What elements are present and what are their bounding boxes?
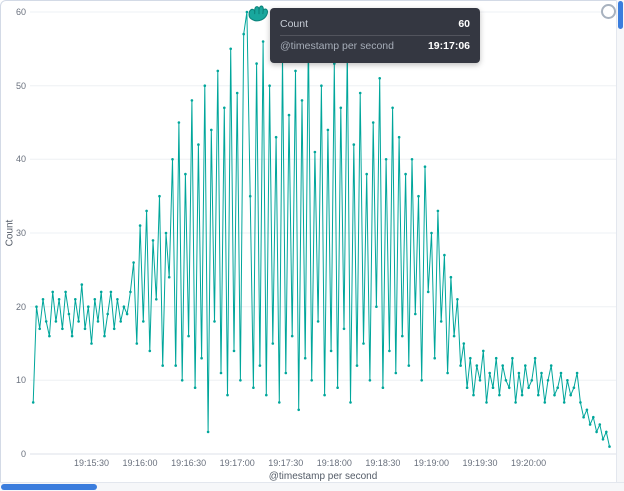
tooltip-count-value: 60 (458, 14, 470, 35)
y-tick-label: 40 (2, 154, 26, 164)
line-chart[interactable]: 0102030405060 19:15:3019:16:0019:16:3019… (0, 0, 624, 491)
tooltip-timestamp-row: @timestamp per second 19:17:06 (280, 35, 470, 57)
vertical-scrollbar[interactable] (616, 0, 624, 483)
panel-options-icon[interactable] (601, 4, 616, 19)
y-tick-label: 0 (2, 449, 26, 459)
tooltip-count-row: Count 60 (280, 14, 470, 35)
chart-canvas[interactable] (0, 0, 624, 491)
chart-panel: 0102030405060 19:15:3019:16:0019:16:3019… (0, 0, 624, 491)
horizontal-scrollbar[interactable] (0, 482, 624, 491)
tooltip-timestamp-value: 19:17:06 (428, 36, 470, 57)
x-tick-label: 19:20:00 (499, 458, 559, 468)
tooltip-count-label: Count (280, 14, 308, 35)
y-tick-label: 60 (2, 7, 26, 17)
grab-cursor-icon (246, 2, 272, 24)
y-tick-label: 10 (2, 375, 26, 385)
x-axis-title: @timestamp per second (269, 471, 378, 482)
y-tick-label: 50 (2, 81, 26, 91)
y-axis-title: Count (5, 220, 16, 247)
chart-tooltip: Count 60 @timestamp per second 19:17:06 (270, 8, 480, 63)
vertical-scrollbar-thumb[interactable] (618, 1, 623, 29)
y-tick-label: 20 (2, 302, 26, 312)
horizontal-scrollbar-thumb[interactable] (1, 484, 97, 490)
tooltip-timestamp-label: @timestamp per second (280, 36, 394, 57)
